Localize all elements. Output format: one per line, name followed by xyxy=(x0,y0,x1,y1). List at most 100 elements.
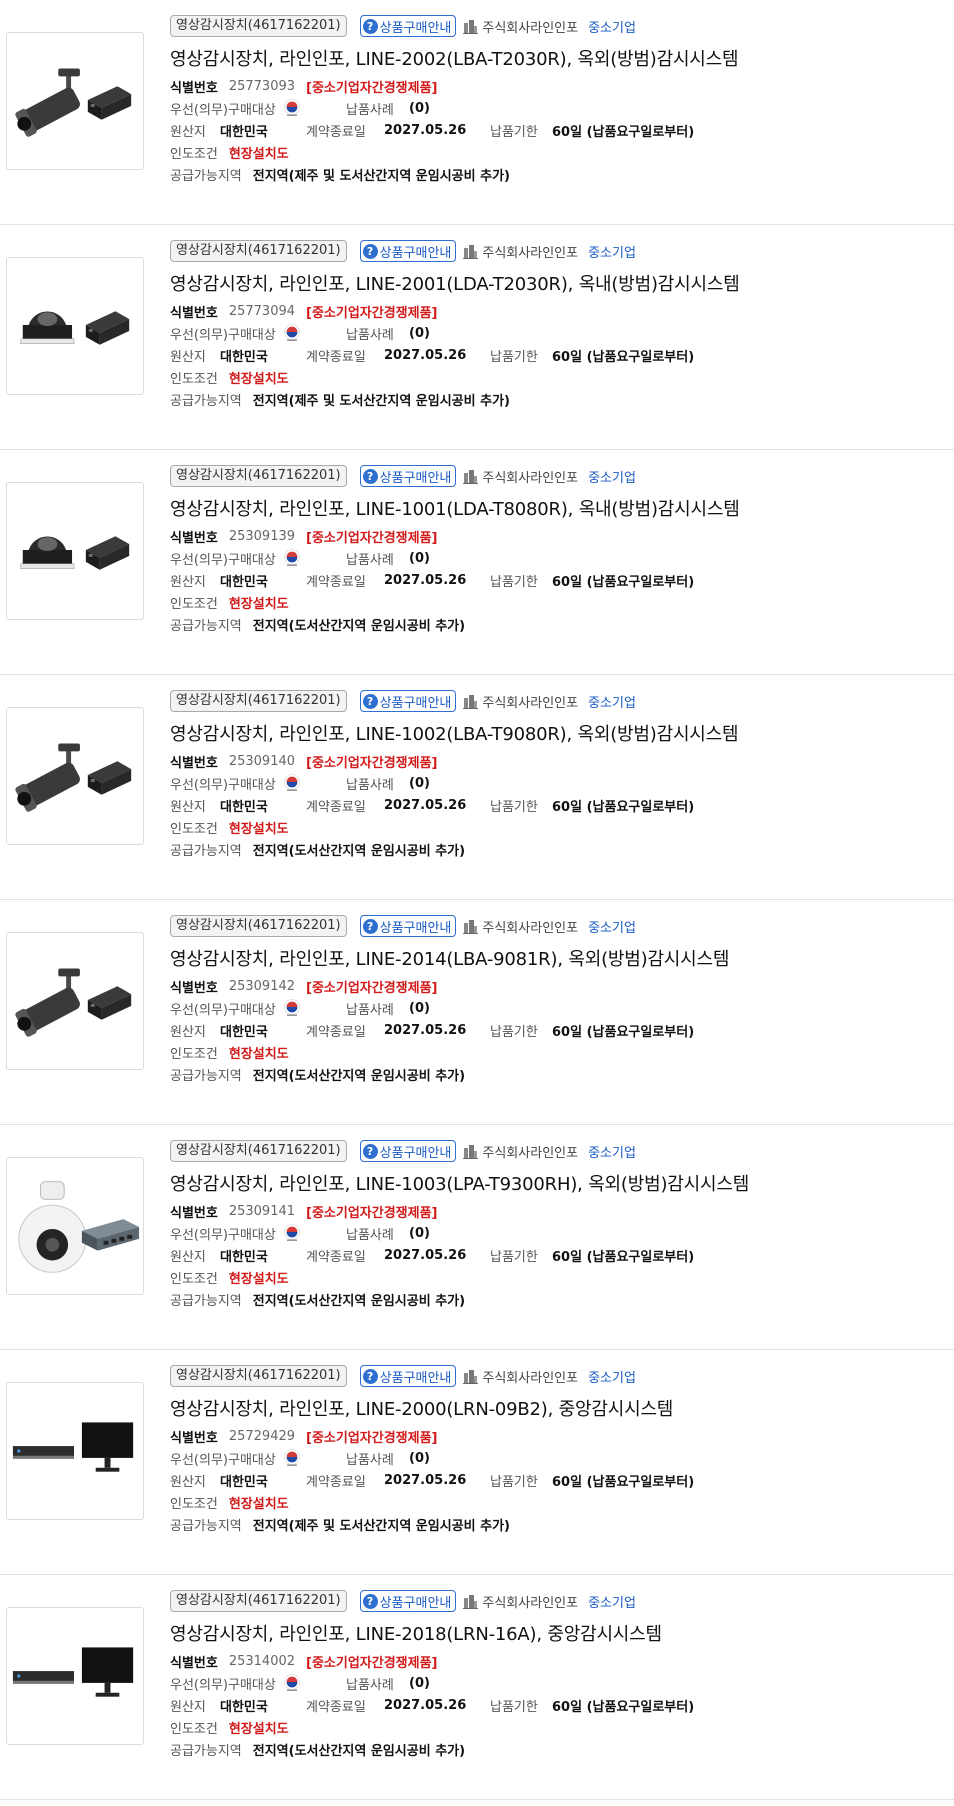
competition-tag: [중소기업자간경쟁제품] xyxy=(306,980,438,996)
product-thumbnail[interactable] xyxy=(6,1607,144,1745)
company-link[interactable]: 주식회사라인인포 xyxy=(482,17,578,36)
category-badge[interactable]: 영상감시장치(4617162201) xyxy=(170,240,347,262)
product-title-link[interactable]: 영상감시장치, 라인인포, LINE-2002(LBA-T2030R), 옥외(… xyxy=(170,45,739,71)
product-thumbnail[interactable] xyxy=(6,32,144,170)
supply-row: 공급가능지역 전지역(도서산간지역 운임시공비 추가) xyxy=(170,839,465,859)
meta-row: 영상감시장치(4617162201)? 상품구매안내 주식회사라인인포 중소기업 xyxy=(170,914,636,938)
product-title-link[interactable]: 영상감시장치, 라인인포, LINE-1001(LDA-T8080R), 옥내(… xyxy=(170,495,740,521)
priority-row: 우선(의무)구매대상 납품사례 (0) xyxy=(170,1673,430,1693)
contract-end-value: 2027.05.26 xyxy=(384,1247,467,1263)
origin-row: 원산지 대한민국 계약종료일 2027.05.26 납품기한 60일 (납품요구일로부터) xyxy=(170,795,694,815)
delivery-cases-value[interactable]: (0) xyxy=(409,776,430,791)
id-row: 식별번호 25309142 [중소기업자간경쟁제품] xyxy=(170,976,438,996)
id-value: 25309142 xyxy=(228,978,296,994)
origin-value: 대한민국 xyxy=(220,799,268,815)
delivery-deadline-value: 60일 (납품요구일로부터) xyxy=(552,349,695,365)
category-badge[interactable]: 영상감시장치(4617162201) xyxy=(170,690,347,712)
product-thumbnail[interactable] xyxy=(6,1382,144,1520)
supply-area-label: 공급가능지역 xyxy=(170,618,242,634)
supply-row: 공급가능지역 전지역(제주 및 도서산간지역 운임시공비 추가) xyxy=(170,389,510,409)
handover-value: 현장설치도 xyxy=(228,821,289,837)
origin-label: 원산지 xyxy=(170,124,206,140)
product-title-link[interactable]: 영상감시장치, 라인인포, LINE-2018(LRN-16A), 중앙감시시스… xyxy=(170,1620,662,1646)
product-guide-button[interactable]: ? 상품구매안내 xyxy=(359,1365,457,1387)
company-link[interactable]: 주식회사라인인포 xyxy=(482,1367,578,1386)
delivery-cases-value[interactable]: (0) xyxy=(409,1676,430,1691)
product-guide-label: 상품구매안내 xyxy=(379,1595,452,1611)
competition-tag: [중소기업자간경쟁제품] xyxy=(306,1430,438,1446)
company-link[interactable]: 주식회사라인인포 xyxy=(482,917,578,936)
delivery-cases-value[interactable]: (0) xyxy=(409,326,430,341)
meta-row: 영상감시장치(4617162201)? 상품구매안내 주식회사라인인포 중소기업 xyxy=(170,689,636,713)
product-guide-label: 상품구매안내 xyxy=(379,1145,452,1161)
id-value: 25773093 xyxy=(228,78,296,94)
product-thumbnail[interactable] xyxy=(6,257,144,395)
origin-value: 대한민국 xyxy=(220,1474,268,1490)
delivery-cases-label: 납품사례 xyxy=(346,327,394,343)
category-badge[interactable]: 영상감시장치(4617162201) xyxy=(170,1590,347,1612)
company-link[interactable]: 주식회사라인인포 xyxy=(482,467,578,486)
product-guide-button[interactable]: ? 상품구매안내 xyxy=(359,1140,457,1162)
ptz-camera-with-network-switch-image xyxy=(18,1181,140,1273)
handover-value: 현장설치도 xyxy=(228,1271,289,1287)
question-mark-icon: ? xyxy=(362,1143,378,1159)
product-title-link[interactable]: 영상감시장치, 라인인포, LINE-2014(LBA-9081R), 옥외(방… xyxy=(170,945,729,971)
product-thumbnail[interactable] xyxy=(6,707,144,845)
delivery-deadline-label: 납품기한 xyxy=(490,1249,538,1265)
origin-label: 원산지 xyxy=(170,1699,206,1715)
delivery-cases-value[interactable]: (0) xyxy=(409,101,430,116)
category-badge[interactable]: 영상감시장치(4617162201) xyxy=(170,1365,347,1387)
product-item: 영상감시장치(4617162201)? 상품구매안내 주식회사라인인포 중소기업 영상감… xyxy=(0,225,954,450)
category-badge[interactable]: 영상감시장치(4617162201) xyxy=(170,915,347,937)
category-badge[interactable]: 영상감시장치(4617162201) xyxy=(170,15,347,37)
origin-value: 대한민국 xyxy=(220,1249,268,1265)
product-title-link[interactable]: 영상감시장치, 라인인포, LINE-2001(LDA-T2030R), 옥내(… xyxy=(170,270,740,296)
id-value: 25314002 xyxy=(228,1653,296,1669)
priority-label: 우선(의무)구매대상 xyxy=(170,1452,276,1468)
recorder-with-monitor-image xyxy=(12,1647,134,1697)
id-row: 식별번호 25309139 [중소기업자간경쟁제품] xyxy=(170,526,438,546)
delivery-cases-label: 납품사례 xyxy=(346,1002,394,1018)
product-guide-label: 상품구매안내 xyxy=(379,920,452,936)
product-title-link[interactable]: 영상감시장치, 라인인포, LINE-2000(LRN-09B2), 중앙감시시… xyxy=(170,1395,673,1421)
origin-row: 원산지 대한민국 계약종료일 2027.05.26 납품기한 60일 (납품요구일로부터) xyxy=(170,1470,694,1490)
origin-label: 원산지 xyxy=(170,1249,206,1265)
category-badge[interactable]: 영상감시장치(4617162201) xyxy=(170,465,347,487)
category-badge[interactable]: 영상감시장치(4617162201) xyxy=(170,1140,347,1162)
id-value: 25309141 xyxy=(228,1203,296,1219)
product-title-link[interactable]: 영상감시장치, 라인인포, LINE-1003(LPA-T9300RH), 옥외… xyxy=(170,1170,749,1196)
delivery-cases-value[interactable]: (0) xyxy=(409,551,430,566)
delivery-cases-value[interactable]: (0) xyxy=(409,1226,430,1241)
priority-row: 우선(의무)구매대상 납품사례 (0) xyxy=(170,548,430,568)
supply-area-value: 전지역(도서산간지역 운임시공비 추가) xyxy=(252,843,466,859)
supply-area-label: 공급가능지역 xyxy=(170,393,242,409)
delivery-cases-value[interactable]: (0) xyxy=(409,1001,430,1016)
product-guide-button[interactable]: ? 상품구매안내 xyxy=(359,690,457,712)
product-thumbnail[interactable] xyxy=(6,932,144,1070)
competition-tag: [중소기업자간경쟁제품] xyxy=(306,80,438,96)
delivery-cases-value[interactable]: (0) xyxy=(409,1451,430,1466)
product-guide-button[interactable]: ? 상품구매안내 xyxy=(359,1590,457,1612)
product-guide-button[interactable]: ? 상품구매안내 xyxy=(359,915,457,937)
product-guide-label: 상품구매안내 xyxy=(379,1370,452,1386)
product-guide-button[interactable]: ? 상품구매안내 xyxy=(359,15,457,37)
id-row: 식별번호 25314002 [중소기업자간경쟁제품] xyxy=(170,1651,438,1671)
priority-row: 우선(의무)구매대상 납품사례 (0) xyxy=(170,998,430,1018)
handover-label: 인도조건 xyxy=(170,1496,218,1512)
company-link[interactable]: 주식회사라인인포 xyxy=(482,692,578,711)
id-label: 식별번호 xyxy=(170,1655,218,1671)
id-row: 식별번호 25309140 [중소기업자간경쟁제품] xyxy=(170,751,438,771)
handover-label: 인도조건 xyxy=(170,821,218,837)
company-link[interactable]: 주식회사라인인포 xyxy=(482,242,578,261)
product-guide-button[interactable]: ? 상품구매안내 xyxy=(359,240,457,262)
product-thumbnail[interactable] xyxy=(6,482,144,620)
company-size-tag: 중소기업 xyxy=(588,20,636,36)
product-title-link[interactable]: 영상감시장치, 라인인포, LINE-1002(LBA-T9080R), 옥외(… xyxy=(170,720,739,746)
company-link[interactable]: 주식회사라인인포 xyxy=(482,1592,578,1611)
delivery-deadline-value: 60일 (납품요구일로부터) xyxy=(552,124,695,140)
building-icon xyxy=(463,1369,479,1384)
product-guide-button[interactable]: ? 상품구매안내 xyxy=(359,465,457,487)
product-thumbnail[interactable] xyxy=(6,1157,144,1295)
company-link[interactable]: 주식회사라인인포 xyxy=(482,1142,578,1161)
handover-value: 현장설치도 xyxy=(228,146,289,162)
